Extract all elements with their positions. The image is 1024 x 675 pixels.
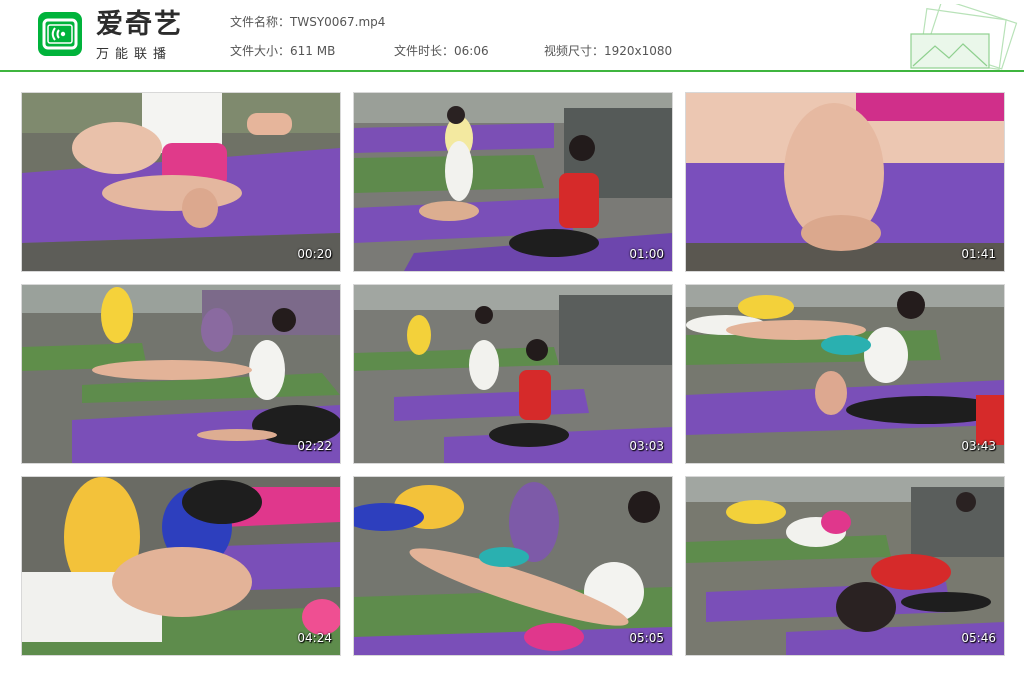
video-frame-image [22, 477, 340, 655]
brand: 爱奇艺 万能联播 [96, 9, 183, 63]
thumbnail-6[interactable]: 03:43 [685, 284, 1005, 464]
brand-name: 爱奇艺 [96, 9, 183, 40]
file-name: 文件名称：TWSY0067.mp4 [230, 15, 386, 29]
timestamp-label: 02:22 [297, 439, 332, 453]
header-divider [0, 70, 1024, 72]
video-frame-image [686, 285, 1004, 463]
timestamp-label: 00:20 [297, 247, 332, 261]
timestamp-label: 05:05 [629, 631, 664, 645]
video-frame-image [686, 477, 1004, 655]
timestamp-label: 03:03 [629, 439, 664, 453]
thumbnail-1[interactable]: 00:20 [21, 92, 341, 272]
video-dimensions: 视频尺寸：1920x1080 [544, 44, 673, 58]
image-stack-decoration-icon [910, 4, 1018, 70]
video-frame-image [22, 93, 340, 271]
file-size: 文件大小：611 MB [230, 44, 336, 58]
header: 爱奇艺 万能联播 文件名称：TWSY0067.mp4 文件大小：611 MB 文… [0, 0, 1024, 70]
thumbnail-8[interactable]: 05:05 [353, 476, 673, 656]
video-frame-image [22, 285, 340, 463]
timestamp-label: 05:46 [961, 631, 996, 645]
timestamp-label: 04:24 [297, 631, 332, 645]
thumbnail-9[interactable]: 05:46 [685, 476, 1005, 656]
thumbnail-4[interactable]: 02:22 [21, 284, 341, 464]
video-frame-image [354, 93, 672, 271]
thumbnail-3[interactable]: 01:41 [685, 92, 1005, 272]
thumbnail-5[interactable]: 03:03 [353, 284, 673, 464]
thumbnail-7[interactable]: 04:24 [21, 476, 341, 656]
timestamp-label: 03:43 [961, 439, 996, 453]
timestamp-label: 01:00 [629, 247, 664, 261]
iqiyi-logo-icon [38, 12, 82, 56]
video-frame-image [354, 477, 672, 655]
video-frame-image [686, 93, 1004, 271]
file-duration: 文件时长：06:06 [394, 44, 489, 58]
brand-slogan: 万能联播 [96, 47, 173, 62]
timestamp-label: 01:41 [961, 247, 996, 261]
thumbnail-2[interactable]: 01:00 [353, 92, 673, 272]
video-frame-image [354, 285, 672, 463]
